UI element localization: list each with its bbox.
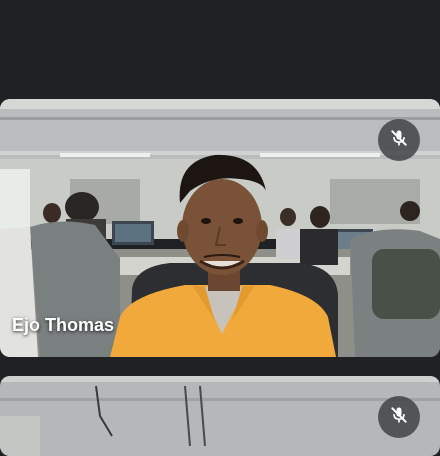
mic-off-icon xyxy=(389,128,409,153)
participant-tile[interactable]: Ejo Thomas xyxy=(0,99,440,357)
participant-name: Ejo Thomas xyxy=(12,315,115,335)
mic-off-icon xyxy=(389,405,409,430)
mic-toggle-button[interactable] xyxy=(378,119,420,161)
participant-tile[interactable] xyxy=(0,376,440,456)
participant-video xyxy=(0,376,440,456)
mic-toggle-button[interactable] xyxy=(378,396,420,438)
